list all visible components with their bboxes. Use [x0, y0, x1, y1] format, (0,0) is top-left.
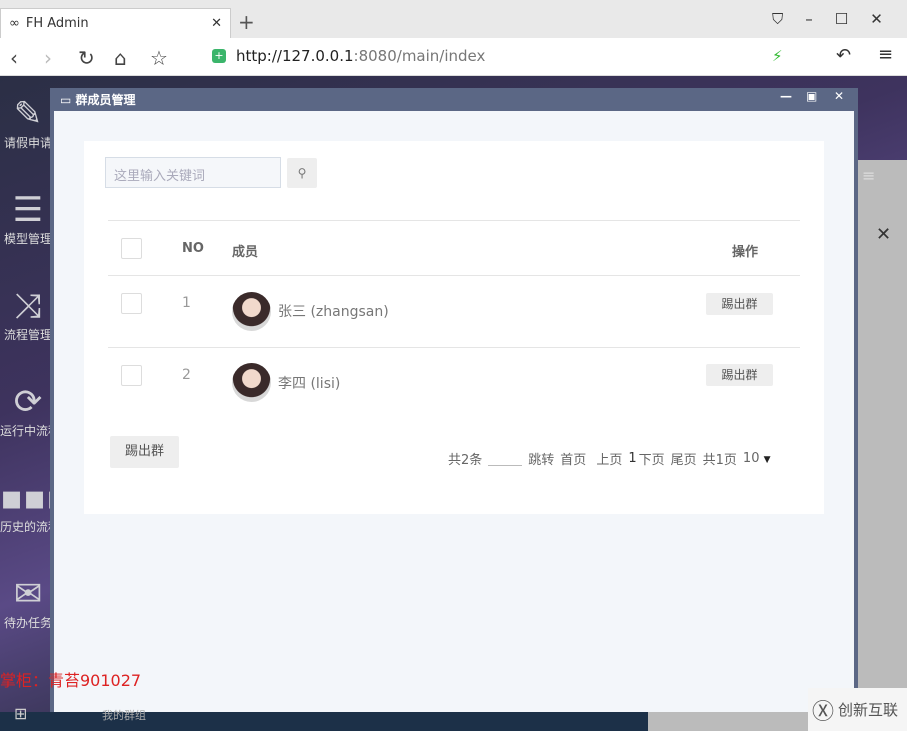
url-field[interactable]: http://127.0.0.1:8080/main/index — [236, 47, 485, 65]
search-input[interactable]: 这里输入关键词 — [105, 157, 281, 188]
tab-title: FH Admin — [25, 16, 89, 31]
shuffle-icon: ⤨ — [14, 286, 42, 326]
sidebar-item-history[interactable]: ▪▪▪ 历史的流程 — [0, 478, 56, 535]
avatar — [232, 363, 271, 402]
row-no: 2 — [182, 367, 191, 383]
header-member: 成员 — [232, 245, 259, 260]
pagination: 共2条 跳转 首页 上页 1 下页 尾页 共1页 10 ▼ — [448, 449, 771, 468]
lightning-icon[interactable]: ⚡ — [772, 47, 783, 65]
maximize-button[interactable]: ▣ — [806, 89, 817, 103]
header-no: NO — [182, 241, 204, 256]
jump-input[interactable] — [488, 452, 523, 466]
star-icon[interactable]: ☆ — [150, 46, 168, 70]
sidebar-item-leave[interactable]: ✎ 请假申请 — [0, 94, 56, 151]
search-icon: ⚲ — [297, 166, 307, 180]
member-name: 张三 (zhangsan) — [278, 304, 389, 320]
window-controls[interactable]: ⛉–☐✕ — [772, 10, 905, 28]
window-icon: ▭ — [60, 93, 76, 107]
ellipsis-icon: ▪▪▪ — [0, 478, 56, 518]
taskbar-item[interactable]: 我的群组 — [102, 707, 146, 723]
caret-down-icon: ▼ — [763, 455, 771, 465]
windows-icon[interactable]: ⊞ — [14, 704, 27, 723]
first-page[interactable]: 首页 — [560, 449, 586, 468]
divider — [108, 220, 800, 221]
label: 请假申请 — [3, 136, 52, 150]
refresh-icon: ⟳ — [13, 382, 43, 422]
label: 运行中流程 — [0, 424, 56, 438]
taskbar-tray — [648, 712, 808, 731]
edit-icon: ✎ — [13, 94, 43, 134]
header-action: 操作 — [732, 245, 759, 260]
minimize-button[interactable]: — — [780, 89, 792, 103]
label: 流程管理 — [3, 328, 52, 342]
menu-icon[interactable]: ≡ — [862, 166, 875, 185]
page-size-select[interactable]: 10 ▼ — [743, 451, 771, 466]
forward-icon[interactable]: › — [44, 46, 52, 70]
shield-icon: + — [212, 49, 226, 63]
page-count: 共1页 — [702, 453, 737, 468]
new-tab-icon[interactable]: + — [238, 10, 255, 34]
last-page[interactable]: 尾页 — [671, 449, 697, 468]
prev-page[interactable]: 上页 — [596, 449, 622, 468]
divider — [108, 275, 800, 276]
search-button[interactable]: ⚲ — [287, 158, 317, 188]
list-icon: ☰ — [12, 190, 44, 230]
close-icon[interactable]: ✕ — [876, 224, 891, 245]
jump-button[interactable]: 跳转 — [528, 449, 554, 468]
sidebar-item-todo[interactable]: ✉ 待办任务 — [0, 574, 56, 631]
total-count: 共2条 — [448, 453, 483, 468]
envelope-icon: ✉ — [13, 574, 43, 614]
watermark-text: 掌柜：青苔901027 — [0, 671, 142, 690]
divider — [108, 347, 800, 348]
next-page[interactable]: 下页 — [639, 449, 665, 468]
sidebar-item-process[interactable]: ⤨ 流程管理 — [0, 286, 56, 343]
row-checkbox[interactable] — [121, 293, 142, 314]
sidebar-item-model[interactable]: ☰ 模型管理 — [0, 190, 56, 247]
sidebar-item-running[interactable]: ⟳ 运行中流程 — [0, 382, 56, 439]
row-checkbox[interactable] — [121, 365, 142, 386]
label: 历史的流程 — [0, 520, 56, 534]
home-icon[interactable]: ⌂ — [114, 46, 127, 70]
back-icon[interactable]: ‹ — [10, 46, 18, 70]
current-page: 1 — [628, 451, 637, 466]
kick-button[interactable]: 踢出群 — [706, 293, 773, 315]
dialog-title: ▭ 群成员管理 — [60, 93, 136, 107]
label: 模型管理 — [3, 232, 52, 246]
bulk-kick-button[interactable]: 踢出群 — [110, 436, 179, 468]
menu-icon[interactable]: ≡ — [878, 44, 893, 65]
member-name: 李四 (lisi) — [278, 376, 341, 392]
watermark-logo: Ⓧ 创新互联 — [808, 688, 907, 731]
select-all-checkbox[interactable] — [121, 238, 142, 259]
close-tab-icon[interactable]: ✕ — [211, 16, 222, 31]
kick-button[interactable]: 踢出群 — [706, 364, 773, 386]
avatar — [232, 292, 271, 331]
close-button[interactable]: ✕ — [834, 89, 844, 103]
undo-icon[interactable]: ↶ — [836, 45, 851, 66]
browser-tab[interactable]: ∞ FH Admin ✕ — [0, 8, 231, 38]
reload-icon[interactable]: ↻ — [78, 46, 95, 70]
label: 待办任务 — [3, 616, 52, 630]
site-icon: ∞ — [9, 16, 20, 31]
row-no: 1 — [182, 295, 191, 311]
